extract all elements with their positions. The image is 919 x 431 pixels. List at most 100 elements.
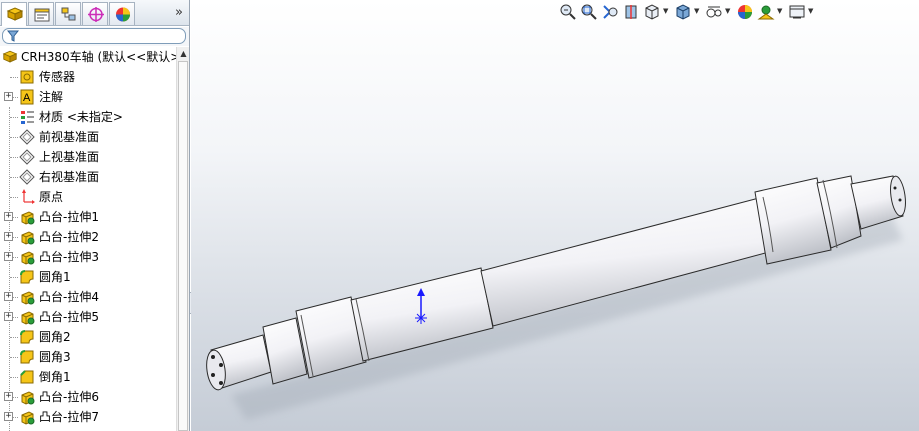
tree-item-label: 凸台-拉伸3	[39, 250, 99, 264]
apply-scene-icon[interactable]	[757, 3, 775, 21]
tree-connector	[10, 377, 18, 378]
tree-root[interactable]: CRH380车轴 (默认<<默认>	[0, 47, 176, 67]
tree-item[interactable]: + 凸台-拉伸3	[0, 247, 176, 267]
extrude-icon	[21, 411, 35, 425]
display-style-dropdown-icon[interactable]: ▼	[694, 8, 701, 15]
tree-item-label: 传感器	[39, 70, 76, 84]
fillet-icon	[20, 350, 34, 364]
extrude-icon	[21, 311, 35, 325]
tree-item[interactable]: 圆角1	[0, 267, 176, 287]
more-tabs-button[interactable]: »	[170, 4, 188, 22]
hide-show-dropdown-icon[interactable]: ▼	[725, 8, 732, 15]
feature-manager-panel: » CRH380车轴 (默认<<默认> 传感器 + A 注解材质 <未指定> 前视基准面…	[0, 0, 190, 431]
bolt-hole	[219, 381, 223, 385]
expand-icon[interactable]: +	[4, 412, 13, 421]
tree-item[interactable]: 圆角3	[0, 347, 176, 367]
expand-icon[interactable]: +	[4, 212, 13, 221]
tree-filter-input[interactable]	[2, 28, 186, 44]
tree-item[interactable]: + A 注解	[0, 87, 176, 107]
tree-item[interactable]: + 凸台-拉伸4	[0, 287, 176, 307]
tab-feature-manager[interactable]	[1, 2, 27, 26]
expand-icon[interactable]: +	[4, 92, 13, 101]
bolt-hole	[893, 186, 897, 190]
tree-item[interactable]: 传感器	[0, 67, 176, 87]
panel-tab-strip: »	[0, 0, 189, 26]
tab-dimxpert-manager[interactable]	[82, 2, 108, 25]
tree-item-label: 凸台-拉伸7	[39, 410, 99, 424]
expand-icon[interactable]: +	[4, 232, 13, 241]
tree-item-label: 原点	[39, 190, 64, 204]
tree-item-label: 凸台-拉伸5	[39, 310, 99, 324]
dimxpert-icon	[88, 7, 104, 22]
scroll-thumb[interactable]	[178, 61, 188, 431]
tree-connector	[10, 357, 18, 358]
edit-appearance-icon[interactable]	[736, 3, 754, 21]
part-icon	[2, 50, 18, 63]
bolt-hole	[898, 198, 902, 202]
tree-item-label: 圆角2	[39, 330, 71, 344]
graphics-viewport[interactable]: ▼ ▼ ▼ ▼ ▼	[191, 0, 919, 431]
tab-display-manager[interactable]	[109, 2, 135, 25]
view-settings-icon[interactable]	[788, 3, 806, 21]
sensor-icon	[20, 70, 34, 84]
plane-icon	[19, 169, 35, 185]
bolt-hole	[211, 355, 215, 359]
property-manager-icon	[34, 8, 50, 22]
display-style-icon[interactable]	[674, 3, 692, 21]
svg-text:A: A	[23, 92, 31, 104]
tree-connector	[10, 177, 18, 178]
tree-item[interactable]: 圆角2	[0, 327, 176, 347]
tree-item-label: 前视基准面	[39, 130, 100, 144]
tree-item-label: 材质 <未指定>	[39, 110, 123, 124]
chamfer-icon	[20, 370, 34, 384]
tree-item[interactable]: + 凸台-拉伸5	[0, 307, 176, 327]
tree-connector	[10, 117, 18, 118]
tree-connector	[10, 137, 18, 138]
section-view-icon[interactable]	[622, 3, 640, 21]
annotation-icon: A	[20, 89, 34, 105]
tree-item[interactable]: + 凸台-拉伸2	[0, 227, 176, 247]
extrude-icon	[21, 391, 35, 405]
tree-item-label: 上视基准面	[39, 150, 100, 164]
tree-item[interactable]: 右视基准面	[0, 167, 176, 187]
expand-icon[interactable]: +	[4, 292, 13, 301]
bolt-hole	[211, 373, 215, 377]
tree-item[interactable]: 材质 <未指定>	[0, 107, 176, 127]
tab-property-manager[interactable]	[28, 2, 54, 25]
tree-connector	[10, 77, 18, 78]
display-manager-icon	[116, 7, 130, 22]
hide-show-items-icon[interactable]	[705, 3, 723, 21]
tree-connector	[10, 157, 18, 158]
expand-icon[interactable]: +	[4, 252, 13, 261]
scroll-up-arrow-icon[interactable]: ▲	[177, 47, 189, 60]
tree-item-label: 注解	[39, 90, 64, 104]
tree-item-label: 凸台-拉伸4	[39, 290, 99, 304]
tree-item[interactable]: 上视基准面	[0, 147, 176, 167]
tree-item[interactable]: + 凸台-拉伸1	[0, 207, 176, 227]
view-orientation-dropdown-icon[interactable]: ▼	[663, 8, 670, 15]
axle-model[interactable]	[191, 0, 919, 431]
apply-scene-dropdown-icon[interactable]: ▼	[777, 8, 784, 15]
expand-icon[interactable]: +	[4, 312, 13, 321]
tree-item-label: 圆角3	[39, 350, 71, 364]
tab-configuration-manager[interactable]	[55, 2, 81, 25]
tree-scrollbar[interactable]: ▲	[176, 47, 189, 431]
zoom-to-area-icon[interactable]	[580, 3, 598, 21]
tree-item[interactable]: 原点	[0, 187, 176, 207]
extrude-icon	[21, 251, 35, 265]
tree-connector	[10, 197, 18, 198]
feature-manager-icon	[6, 7, 24, 21]
material-icon	[21, 111, 34, 124]
zoom-to-fit-icon[interactable]	[559, 3, 577, 21]
view-settings-dropdown-icon[interactable]: ▼	[808, 8, 815, 15]
tree-item-label: 凸台-拉伸2	[39, 230, 99, 244]
view-orientation-icon[interactable]	[643, 3, 661, 21]
tree-item-label: 凸台-拉伸1	[39, 210, 99, 224]
extrude-icon	[21, 231, 35, 245]
tree-item[interactable]: 前视基准面	[0, 127, 176, 147]
previous-view-icon[interactable]	[601, 3, 619, 21]
expand-icon[interactable]: +	[4, 392, 13, 401]
tree-item[interactable]: 倒角1	[0, 367, 176, 387]
tree-item[interactable]: + 凸台-拉伸7	[0, 407, 176, 427]
tree-item[interactable]: + 凸台-拉伸6	[0, 387, 176, 407]
